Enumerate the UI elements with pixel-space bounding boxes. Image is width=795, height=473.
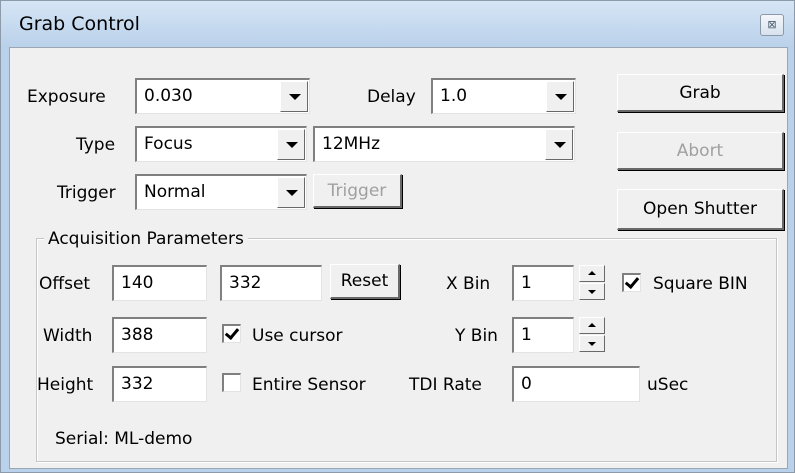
tdi-rate-input[interactable]: 0 [512,366,640,402]
tdi-unit-label: uSec [647,375,689,395]
use-cursor-label: Use cursor [252,326,343,346]
title-bar[interactable]: Grab Control ⊠ [1,1,794,47]
type-dropdown-arrow[interactable] [277,129,305,160]
ybin-spinner[interactable] [579,317,605,352]
open-shutter-button[interactable]: Open Shutter [617,189,784,230]
speed-combo[interactable]: 12MHz [313,126,575,162]
close-button[interactable]: ⊠ [760,14,784,36]
reset-button[interactable]: Reset [330,264,400,299]
delay-dropdown-arrow[interactable] [546,81,574,112]
trigger-button[interactable]: Trigger [313,174,402,208]
entire-sensor-label: Entire Sensor [252,375,366,395]
xbin-label: X Bin [446,274,491,294]
type-label: Type [76,135,116,155]
trigger-label: Trigger [57,183,116,203]
ybin-up-icon[interactable] [579,317,605,334]
grab-control-window: Grab Control ⊠ Exposure 0.030 Delay 1.0 … [0,0,795,473]
trigger-combo[interactable]: Normal [135,174,307,210]
delay-label: Delay [367,87,416,107]
width-input[interactable]: 388 [112,317,207,353]
exposure-dropdown-arrow[interactable] [280,81,308,112]
offset-y-input[interactable]: 332 [220,265,322,301]
square-bin-checkbox[interactable] [622,273,641,292]
use-cursor-checkbox[interactable] [222,324,241,343]
ybin-input[interactable]: 1 [512,317,574,353]
height-input[interactable]: 332 [112,366,207,402]
delay-combo[interactable]: 1.0 [431,78,576,114]
exposure-combo[interactable]: 0.030 [135,78,310,114]
window-title: Grab Control [19,13,140,35]
xbin-spinner[interactable] [579,265,605,300]
entire-sensor-checkbox[interactable] [222,373,241,392]
ybin-label: Y Bin [455,326,498,346]
offset-label: Offset [39,274,91,294]
offset-x-input[interactable]: 140 [112,265,207,301]
tdi-rate-label: TDI Rate [409,375,482,395]
type-value: Focus [144,134,193,154]
ybin-down-icon[interactable] [579,335,605,352]
grab-button[interactable]: Grab [617,74,784,112]
exposure-value: 0.030 [144,86,193,106]
height-label: Height [37,375,94,395]
abort-button[interactable]: Abort [617,132,784,170]
xbin-up-icon[interactable] [579,265,605,282]
exposure-label: Exposure [27,87,106,107]
trigger-dropdown-arrow[interactable] [277,177,305,208]
square-bin-label: Square BIN [653,274,748,294]
dialog-client-area: Exposure 0.030 Delay 1.0 Type Focus 12MH… [9,47,788,469]
trigger-value: Normal [144,182,206,202]
xbin-down-icon[interactable] [579,283,605,300]
speed-value: 12MHz [322,134,381,154]
speed-dropdown-arrow[interactable] [545,129,573,160]
acquisition-parameters-title: Acquisition Parameters [44,229,248,249]
type-combo[interactable]: Focus [135,126,307,162]
serial-label: Serial: ML-demo [55,429,193,449]
width-label: Width [43,326,93,346]
xbin-input[interactable]: 1 [512,265,574,301]
delay-value: 1.0 [440,86,468,106]
